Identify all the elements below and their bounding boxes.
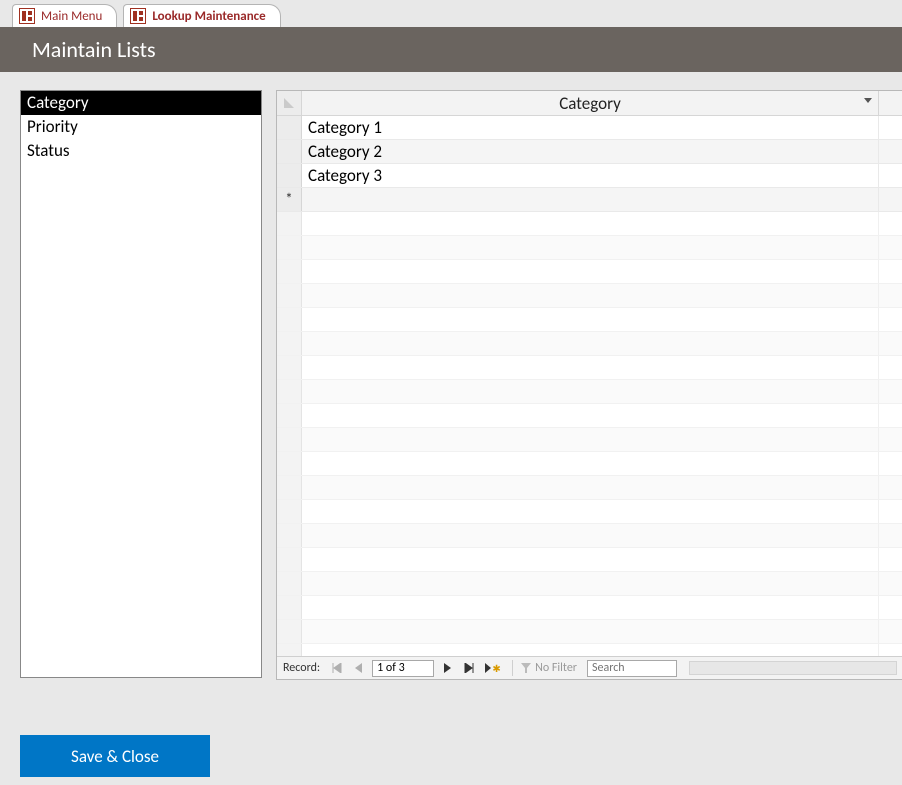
content-area: Category Priority Status Category Catego… xyxy=(0,72,902,680)
datasheet-body: Category 1 Category 2 Category 3 * xyxy=(277,116,902,656)
no-filter-label: No Filter xyxy=(535,661,577,675)
page-title: Maintain Lists xyxy=(32,36,156,63)
horizontal-scrollbar[interactable] xyxy=(689,661,897,675)
new-record-row[interactable]: * xyxy=(277,188,902,212)
column-header-category[interactable]: Category xyxy=(302,91,879,115)
cell-category[interactable]: Category 1 xyxy=(302,116,879,139)
tab-main-menu[interactable]: Main Menu xyxy=(12,4,117,27)
next-icon xyxy=(442,663,452,673)
document-tabs: Main Menu Lookup Maintenance xyxy=(0,0,902,27)
list-item[interactable]: Category xyxy=(21,91,261,115)
funnel-icon xyxy=(521,663,531,673)
star-icon: ✱ xyxy=(492,662,500,675)
page-header: Maintain Lists xyxy=(0,27,902,72)
column-title: Category xyxy=(302,93,878,114)
tab-label: Lookup Maintenance xyxy=(152,9,265,24)
record-navigation: Record: ✱ No Filter xyxy=(277,656,902,679)
record-label: Record: xyxy=(283,661,320,675)
new-record-marker[interactable]: * xyxy=(277,188,302,211)
prev-icon xyxy=(354,663,364,673)
list-item[interactable]: Priority xyxy=(21,115,261,139)
next-record-button[interactable] xyxy=(438,659,456,677)
add-column-spacer[interactable] xyxy=(879,91,902,115)
cell-category[interactable]: Category 2 xyxy=(302,140,879,163)
row-selector[interactable] xyxy=(277,116,302,139)
new-record-button[interactable]: ✱ xyxy=(482,659,504,677)
prev-record-button[interactable] xyxy=(350,659,368,677)
form-icon xyxy=(19,8,35,24)
cell-category[interactable] xyxy=(302,188,879,211)
search-input[interactable] xyxy=(587,660,677,677)
select-all-icon xyxy=(284,98,294,108)
tab-lookup-maintenance[interactable]: Lookup Maintenance xyxy=(123,4,280,27)
record-position-input[interactable] xyxy=(372,660,434,677)
play-icon xyxy=(485,663,491,673)
tab-label: Main Menu xyxy=(41,9,102,24)
column-dropdown-icon[interactable] xyxy=(864,98,872,106)
filter-toggle[interactable]: No Filter xyxy=(521,661,577,675)
row-selector[interactable] xyxy=(277,140,302,163)
table-row[interactable]: Category 2 xyxy=(277,140,902,164)
cell-category[interactable]: Category 3 xyxy=(302,164,879,187)
table-row[interactable]: Category 3 xyxy=(277,164,902,188)
list-item[interactable]: Status xyxy=(21,139,261,163)
row-selector[interactable] xyxy=(277,164,302,187)
datasheet-header: Category xyxy=(277,91,902,116)
form-icon xyxy=(130,8,146,24)
save-and-close-button[interactable]: Save & Close xyxy=(20,735,210,777)
first-icon xyxy=(332,663,342,673)
first-record-button[interactable] xyxy=(328,659,346,677)
last-icon xyxy=(464,663,474,673)
select-all-rows[interactable] xyxy=(277,91,302,115)
datasheet: Category Category 1 Category 2 Category … xyxy=(276,90,902,680)
lookup-type-list[interactable]: Category Priority Status xyxy=(20,90,262,678)
last-record-button[interactable] xyxy=(460,659,478,677)
table-row[interactable]: Category 1 xyxy=(277,116,902,140)
